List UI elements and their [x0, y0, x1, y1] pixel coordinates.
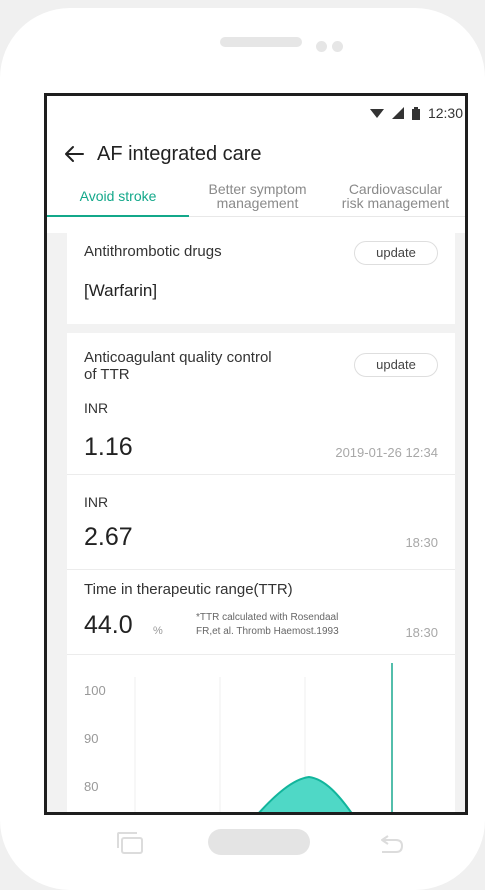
- update-button[interactable]: update: [354, 353, 438, 377]
- tab-avoid-stroke[interactable]: Avoid stroke: [47, 176, 189, 217]
- battery-icon: [411, 106, 420, 120]
- y-tick-label: 80: [84, 779, 98, 794]
- tab-bar: Avoid stroke Better symptom management C…: [47, 176, 465, 217]
- tab-better-symptom-management[interactable]: Better symptom management: [189, 176, 326, 216]
- camera-icon: [316, 41, 327, 52]
- inr-timestamp: 2019-01-26 12:34: [335, 445, 438, 460]
- inr-timestamp: 18:30: [405, 535, 438, 550]
- home-button[interactable]: [208, 829, 310, 855]
- app-screen: 12:30 AF integrated care Avoid stroke Be…: [44, 93, 468, 815]
- divider: [67, 569, 455, 570]
- status-time: 12:30: [427, 105, 463, 121]
- ttr-value: 44.0: [84, 611, 133, 639]
- title-bar: AF integrated care: [47, 132, 465, 176]
- tab-label-line1: Better symptom: [208, 181, 307, 197]
- inr-value: 2.67: [84, 523, 133, 551]
- back-nav-icon[interactable]: [378, 834, 404, 854]
- sensor-icon: [332, 41, 343, 52]
- ttr-chart: 100 90 80: [84, 663, 393, 812]
- wifi-icon: [369, 108, 384, 118]
- status-bar: 12:30: [47, 96, 465, 132]
- content-area: Antithrombotic drugs update [Warfarin] A…: [47, 233, 465, 812]
- inr-value: 1.16: [84, 433, 133, 461]
- anticoagulant-label-line1: Anticoagulant quality control: [84, 349, 272, 366]
- back-arrow-icon[interactable]: [63, 143, 85, 165]
- ttr-unit: %: [153, 625, 163, 637]
- tab-label-line2: management: [216, 195, 299, 211]
- y-tick-label: 100: [84, 683, 106, 698]
- ttr-area-series: [258, 775, 353, 812]
- ttr-timestamp: 18:30: [405, 625, 438, 640]
- anticoagulant-card: Anticoagulant quality control of TTR upd…: [67, 333, 455, 812]
- y-tick-label: 90: [84, 731, 98, 746]
- update-button[interactable]: update: [354, 241, 438, 265]
- ttr-note-line2: FR,et al. Thromb Haemost.1993: [196, 626, 339, 637]
- anticoagulant-label: Anticoagulant quality control of TTR: [84, 349, 272, 383]
- antithrombotic-card: Antithrombotic drugs update [Warfarin]: [67, 233, 455, 324]
- signal-icon: [391, 107, 404, 119]
- antithrombotic-value: [Warfarin]: [84, 281, 158, 300]
- recent-apps-icon[interactable]: [117, 832, 143, 854]
- page-title: AF integrated care: [97, 142, 262, 165]
- ttr-note-line1: *TTR calculated with Rosendaal: [196, 612, 339, 623]
- inr-label: INR: [84, 400, 109, 416]
- tab-label-line1: Cardiovascular: [348, 181, 443, 197]
- anticoagulant-label-line2: of TTR: [84, 366, 130, 383]
- tab-label-line2: risk management: [341, 195, 450, 211]
- speaker-grille: [220, 37, 302, 47]
- ttr-label: Time in therapeutic range(TTR): [84, 581, 293, 598]
- divider: [67, 474, 455, 475]
- inr-label: INR: [84, 494, 109, 510]
- antithrombotic-label: Antithrombotic drugs: [84, 243, 222, 260]
- tab-label: Avoid stroke: [79, 188, 157, 204]
- tab-cardiovascular-risk-management[interactable]: Cardiovascular risk management: [326, 176, 465, 216]
- ttr-note: *TTR calculated with Rosendaal FR,et al.…: [196, 611, 339, 639]
